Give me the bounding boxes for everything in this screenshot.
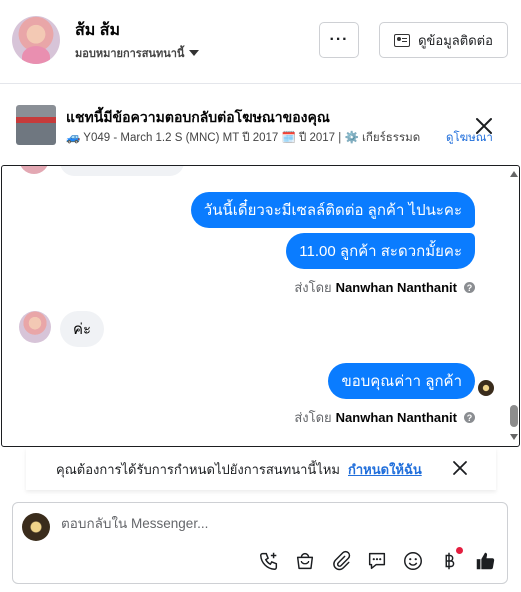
message-bubble-partial bbox=[60, 166, 184, 176]
view-contact-info-button[interactable]: ดูข้อมูลติดต่อ bbox=[379, 22, 508, 58]
attachment-icon[interactable] bbox=[329, 549, 353, 573]
contact-name[interactable]: ส้ม ส้ม bbox=[75, 18, 120, 43]
reply-composer bbox=[12, 502, 508, 584]
outgoing-message[interactable]: ขอบคุณค่าา ลูกค้า bbox=[328, 363, 475, 399]
assign-dropdown[interactable]: มอบหมายการสนทนานี้ bbox=[75, 44, 200, 62]
sender-name: Nanwhan Nanthanit bbox=[335, 410, 457, 425]
assign-prompt-text: คุณต้องการได้รับการกำหนดไปยังการสนทนานี้… bbox=[56, 461, 340, 477]
notification-dot bbox=[456, 547, 463, 554]
scrollbar-thumb[interactable] bbox=[510, 405, 518, 427]
reply-input[interactable] bbox=[61, 516, 361, 531]
scroll-up-arrow-icon[interactable] bbox=[510, 171, 518, 177]
sent-by-prefix: ส่งโดย bbox=[294, 410, 332, 425]
assign-to-me-link[interactable]: กำหนดให้ฉัน bbox=[348, 459, 422, 480]
ad-reply-banner: แชทนี้มีข้อความตอบกลับต่อโฆษณาของคุณ 🚙 Y… bbox=[0, 92, 521, 158]
help-icon[interactable]: ? bbox=[464, 412, 475, 423]
more-options-button[interactable]: ··· bbox=[319, 22, 359, 58]
outgoing-message[interactable]: วันนี้เดี๋ยวจะมีเซลล์ติดต่อ ลูกค้า ไปนะค… bbox=[190, 192, 475, 228]
scroll-down-arrow-icon[interactable] bbox=[510, 434, 518, 440]
view-contact-info-label: ดูข้อมูลติดต่อ bbox=[418, 32, 493, 48]
outgoing-message[interactable]: 11.00 ลูกค้า สะดวกมั้ยคะ bbox=[286, 233, 475, 269]
ad-banner-title: แชทนี้มีข้อความตอบกลับต่อโฆษณาของคุณ bbox=[66, 109, 330, 125]
shop-icon[interactable] bbox=[293, 549, 317, 573]
sent-by-label: ส่งโดย Nanwhan Nanthanit ? bbox=[294, 407, 475, 428]
seen-indicator-avatar bbox=[478, 380, 494, 396]
page-avatar bbox=[22, 513, 50, 541]
assign-prompt: คุณต้องการได้รับการกำหนดไปยังการสนทนานี้… bbox=[26, 448, 496, 490]
ad-banner-subtitle: 🚙 Y049 - March 1.2 S (MNC) MT ปี 2017 🗓️… bbox=[66, 132, 421, 144]
like-icon[interactable] bbox=[473, 549, 497, 573]
assign-label: มอบหมายการสนทนานี้ bbox=[75, 48, 185, 60]
close-icon[interactable] bbox=[452, 460, 468, 476]
chevron-down-icon bbox=[189, 50, 200, 56]
contact-avatar-small[interactable] bbox=[19, 311, 51, 343]
conversation-header: ส้ม ส้ม มอบหมายการสนทนานี้ ··· ดูข้อมูลต… bbox=[0, 0, 521, 84]
sender-name: Nanwhan Nanthanit bbox=[335, 280, 457, 295]
contact-card-icon bbox=[394, 33, 411, 47]
contact-avatar[interactable] bbox=[12, 16, 60, 64]
ad-thumbnail[interactable] bbox=[16, 105, 56, 145]
phone-add-icon[interactable] bbox=[257, 549, 281, 573]
help-icon[interactable]: ? bbox=[464, 282, 475, 293]
saved-reply-icon[interactable] bbox=[365, 549, 389, 573]
close-icon[interactable] bbox=[474, 116, 494, 136]
avatar bbox=[19, 166, 49, 174]
sent-by-label: ส่งโดย Nanwhan Nanthanit ? bbox=[294, 277, 475, 298]
message-thread[interactable]: วันนี้เดี๋ยวจะมีเซลล์ติดต่อ ลูกค้า ไปนะค… bbox=[1, 165, 520, 447]
sent-by-prefix: ส่งโดย bbox=[294, 280, 332, 295]
scrollbar[interactable] bbox=[508, 166, 519, 446]
incoming-message[interactable]: ค่ะ bbox=[60, 311, 105, 347]
emoji-icon[interactable] bbox=[401, 549, 425, 573]
